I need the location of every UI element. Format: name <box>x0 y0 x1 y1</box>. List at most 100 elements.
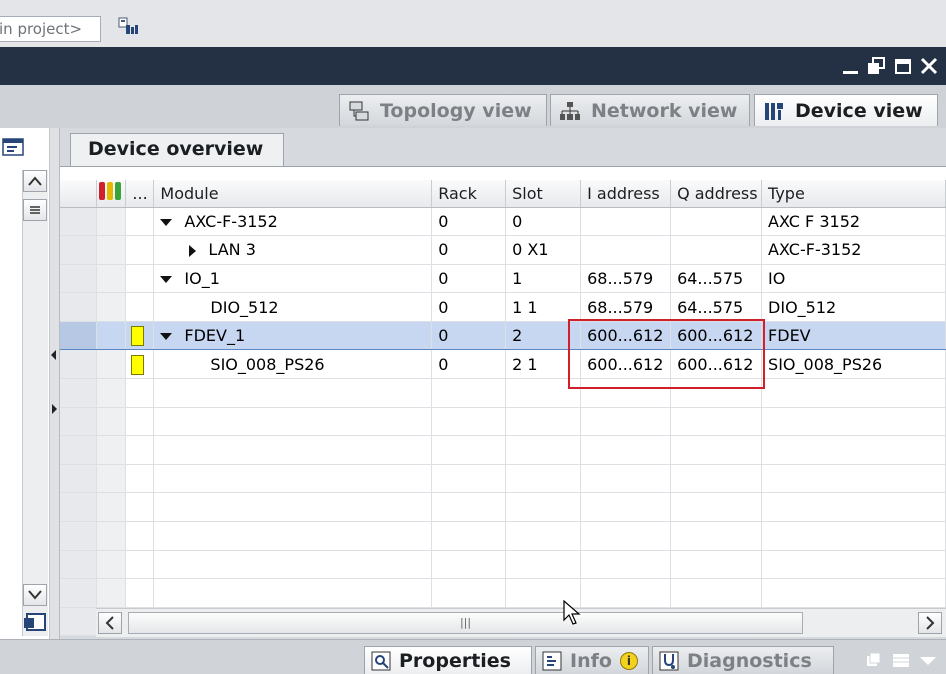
empty-cell[interactable] <box>670 578 763 608</box>
empty-cell[interactable] <box>505 550 582 580</box>
empty-cell[interactable] <box>431 521 507 551</box>
empty-cell[interactable] <box>761 464 946 494</box>
empty-cell[interactable] <box>96 378 127 408</box>
cell-module[interactable]: AXC-F-3152 <box>153 207 433 237</box>
empty-cell[interactable] <box>96 407 127 437</box>
empty-cell[interactable] <box>670 521 763 551</box>
empty-cell[interactable] <box>125 492 155 523</box>
vertical-scrollbar[interactable] <box>22 170 48 636</box>
cell-module[interactable]: IO_1 <box>153 264 433 294</box>
empty-cell[interactable] <box>96 435 127 465</box>
empty-table-row[interactable] <box>60 435 946 465</box>
cell-q-address[interactable] <box>670 235 763 265</box>
empty-cell[interactable] <box>153 435 433 465</box>
empty-cell[interactable] <box>580 550 672 580</box>
empty-cell[interactable] <box>580 492 672 523</box>
empty-cell[interactable] <box>670 378 763 408</box>
empty-table-row[interactable] <box>60 550 946 580</box>
empty-cell[interactable] <box>580 407 672 437</box>
scroll-left-button[interactable] <box>98 612 122 634</box>
expand-right-icon[interactable] <box>52 404 58 414</box>
empty-cell[interactable] <box>580 435 672 465</box>
empty-cell[interactable] <box>761 378 946 408</box>
header-rack[interactable]: Rack <box>431 180 507 208</box>
expand-down-icon[interactable] <box>160 333 173 341</box>
cell-module[interactable]: FDEV_1 <box>153 320 433 351</box>
cell-q-address[interactable]: 600...612 <box>670 320 763 351</box>
empty-cell[interactable] <box>670 550 763 580</box>
empty-table-row[interactable] <box>60 521 946 551</box>
cell-q-address[interactable] <box>670 207 763 237</box>
empty-cell[interactable] <box>153 578 433 608</box>
empty-cell[interactable] <box>96 521 127 551</box>
cell-type[interactable]: DIO_512 <box>761 292 946 322</box>
cell-module[interactable]: LAN 3 <box>153 235 433 265</box>
tab-network-view[interactable]: Network view <box>550 94 750 126</box>
cell-slot[interactable]: 2 1 <box>505 349 582 380</box>
cell-i-address[interactable]: 68...579 <box>580 292 672 322</box>
cell-type[interactable]: SIO_008_PS26 <box>761 349 946 380</box>
empty-cell[interactable] <box>761 521 946 551</box>
close-icon[interactable] <box>919 56 939 76</box>
empty-cell[interactable] <box>761 407 946 437</box>
header-slot[interactable]: Slot <box>505 180 582 208</box>
empty-cell[interactable] <box>125 521 155 551</box>
empty-table-row[interactable] <box>60 464 946 494</box>
empty-cell[interactable] <box>670 464 763 494</box>
empty-cell[interactable] <box>60 550 98 580</box>
table-row[interactable]: IO_1 0 1 68...579 64...575 IO <box>60 264 946 294</box>
empty-cell[interactable] <box>153 407 433 437</box>
network-search-icon[interactable] <box>117 16 139 38</box>
table-row[interactable]: DIO_512 0 1 1 68...579 64...575 DIO_512 <box>60 292 946 322</box>
row-gutter[interactable] <box>60 264 98 294</box>
empty-cell[interactable] <box>60 521 98 551</box>
empty-cell[interactable] <box>505 464 582 494</box>
table-row[interactable]: SIO_008_PS26 0 2 1 600...612 600...612 SIO_00… <box>60 349 946 380</box>
empty-cell[interactable] <box>60 492 98 523</box>
cell-q-address[interactable]: 64...575 <box>670 292 763 322</box>
empty-table-row[interactable] <box>60 578 946 608</box>
empty-cell[interactable] <box>153 550 433 580</box>
empty-cell[interactable] <box>431 578 507 608</box>
cell-slot[interactable]: 1 <box>505 264 582 294</box>
empty-cell[interactable] <box>431 378 507 408</box>
row-gutter[interactable] <box>60 349 98 380</box>
header-i-address[interactable]: I address <box>580 180 672 208</box>
empty-cell[interactable] <box>505 407 582 437</box>
cell-rack[interactable]: 0 <box>431 292 507 322</box>
empty-cell[interactable] <box>761 550 946 580</box>
cell-rack[interactable]: 0 <box>431 207 507 237</box>
cell-module[interactable]: DIO_512 <box>153 292 433 322</box>
properties-panel-icon[interactable] <box>2 137 26 159</box>
header-type[interactable]: Type <box>761 180 946 208</box>
row-gutter[interactable] <box>60 320 98 351</box>
empty-cell[interactable] <box>153 378 433 408</box>
cell-module[interactable]: SIO_008_PS26 <box>153 349 433 380</box>
empty-cell[interactable] <box>60 378 98 408</box>
header-status-column[interactable] <box>96 180 127 208</box>
tab-properties[interactable]: Properties <box>364 646 532 674</box>
scroll-up-button[interactable] <box>23 170 47 192</box>
collapse-left-icon[interactable] <box>51 350 57 360</box>
expand-down-icon[interactable] <box>160 218 173 226</box>
cell-rack[interactable]: 0 <box>431 264 507 294</box>
cell-i-address[interactable]: 68...579 <box>580 264 672 294</box>
cell-rack[interactable]: 0 <box>431 320 507 351</box>
empty-cell[interactable] <box>431 550 507 580</box>
cell-q-address[interactable]: 600...612 <box>670 349 763 380</box>
row-gutter[interactable] <box>60 292 98 322</box>
empty-table-row[interactable] <box>60 378 946 408</box>
empty-cell[interactable] <box>580 521 672 551</box>
empty-cell[interactable] <box>761 578 946 608</box>
empty-cell[interactable] <box>96 492 127 523</box>
empty-table-row[interactable] <box>60 492 946 523</box>
empty-cell[interactable] <box>431 492 507 523</box>
empty-cell[interactable] <box>125 378 155 408</box>
empty-cell[interactable] <box>125 578 155 608</box>
empty-cell[interactable] <box>670 407 763 437</box>
scroll-down-button[interactable] <box>23 584 47 606</box>
cell-type[interactable]: FDEV <box>761 320 946 351</box>
empty-cell[interactable] <box>431 435 507 465</box>
empty-cell[interactable] <box>670 492 763 523</box>
empty-cell[interactable] <box>60 607 98 637</box>
